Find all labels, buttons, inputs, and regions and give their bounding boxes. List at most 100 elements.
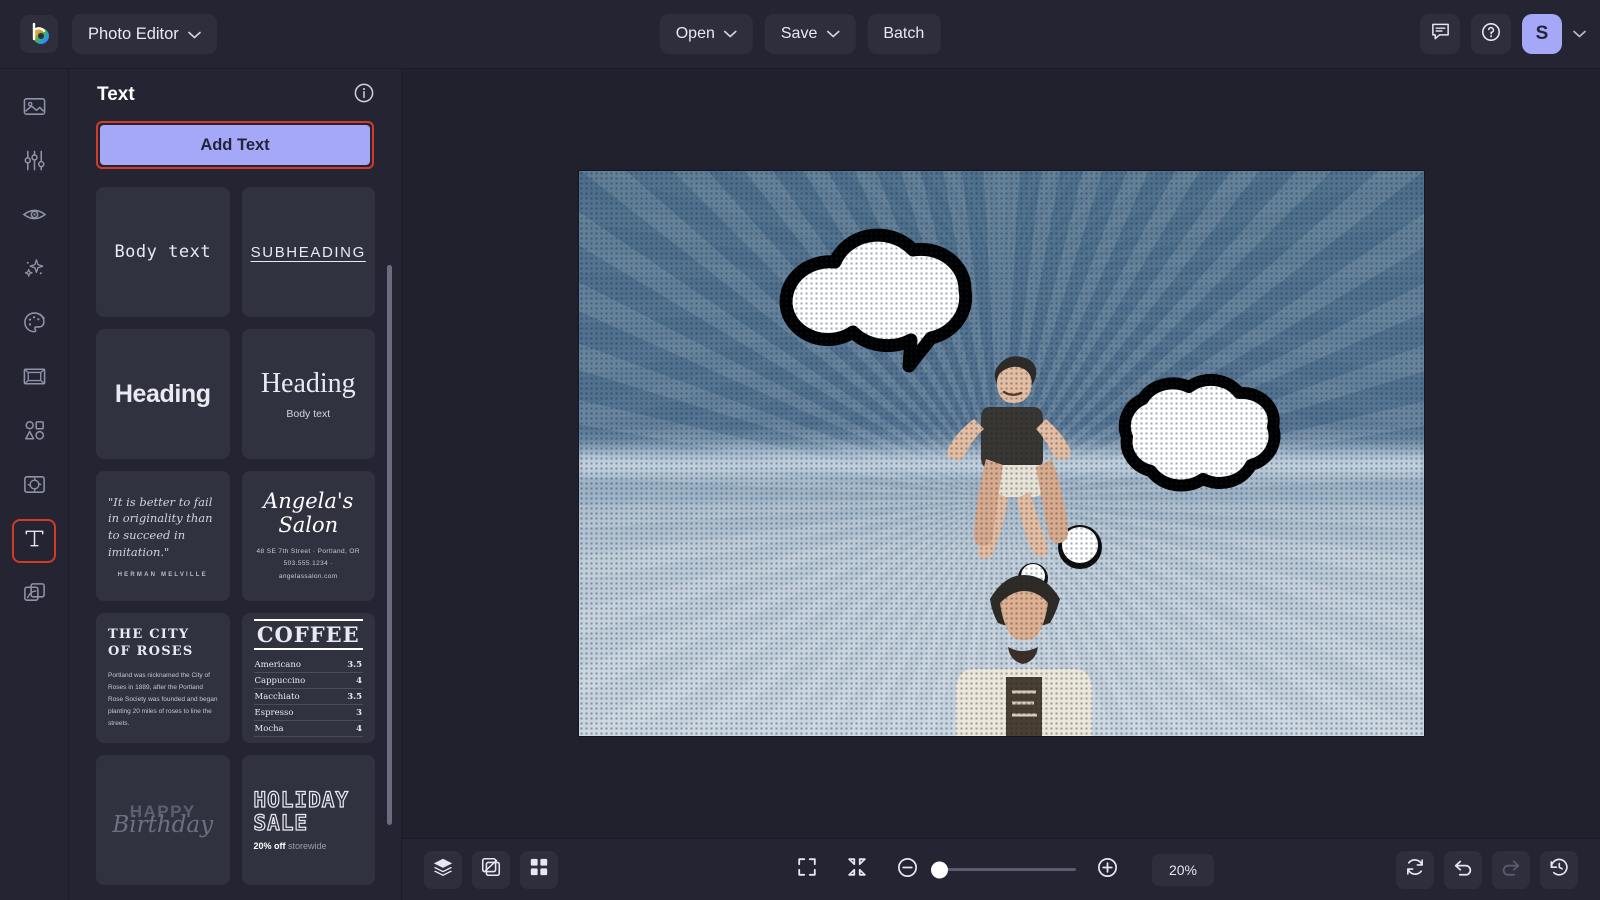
image-icon: [22, 94, 47, 124]
menu-item-price: 3.5: [347, 659, 362, 670]
menu-item-price: 3: [356, 707, 362, 718]
text-preset-grid: Body text SUBHEADING Heading Heading Bod…: [69, 187, 401, 900]
fullscreen-button[interactable]: [788, 851, 826, 889]
sidebar-item-touch-up[interactable]: [12, 195, 56, 239]
preset-card-city-of-roses[interactable]: THE CITY OF ROSES Portland was nicknamed…: [96, 613, 230, 743]
info-circle-icon[interactable]: [353, 82, 375, 109]
menu-item-name: Macchiato: [254, 691, 300, 702]
avatar-initial: S: [1535, 23, 1549, 44]
palette-icon: [22, 310, 47, 340]
canvas-stage: 20%: [402, 69, 1600, 900]
grid-icon: [529, 857, 549, 882]
preset-label: Heading: [260, 368, 356, 399]
preset-label: THE CITY OF ROSES: [108, 626, 194, 660]
history-button[interactable]: [1540, 850, 1578, 889]
artboard[interactable]: [578, 171, 1424, 736]
bottom-bar: 20%: [402, 838, 1600, 900]
batch-button[interactable]: Batch: [867, 14, 941, 54]
preset-card-holiday-sale[interactable]: HOLIDAY SALE 20% off storewide: [241, 755, 375, 885]
preset-card-heading-serif[interactable]: Heading Body text: [241, 329, 375, 459]
app-switcher-button[interactable]: Photo Editor: [72, 14, 217, 54]
menu-item-name: Mocha: [254, 723, 284, 734]
texture-icon: [22, 472, 47, 502]
text-panel: Text Add Text Body text SUBHEADING Headi…: [69, 69, 402, 900]
preset-body: Portland was nicknamed the City of Roses…: [108, 672, 218, 728]
grid-button[interactable]: [520, 850, 558, 889]
fit-screen-button[interactable]: [838, 851, 876, 889]
zoom-level-value[interactable]: 20%: [1152, 853, 1214, 886]
preset-card-coffee-menu[interactable]: COFFEE Americano 3.5 Cappuccino 4 Macchiato 3…: [241, 613, 375, 743]
account-actions-group: S: [1420, 14, 1586, 54]
preset-label: COFFEE: [253, 619, 363, 650]
add-text-button[interactable]: Add Text: [100, 125, 370, 165]
tool-rail: [0, 69, 69, 900]
menu-item-price: 4: [356, 723, 362, 734]
sidebar-item-text[interactable]: [12, 519, 56, 563]
layers-overlap-icon: [22, 580, 47, 610]
menu-row: Cappuccino 4: [253, 673, 363, 689]
help-button[interactable]: [1471, 14, 1511, 54]
preset-card-subheading[interactable]: SUBHEADING: [241, 187, 375, 317]
menu-item-name: Espresso: [254, 707, 294, 718]
zoom-out-button[interactable]: [888, 851, 926, 889]
undo-button[interactable]: [1444, 850, 1482, 889]
zoom-in-icon: [1096, 856, 1119, 884]
zoom-controls-group: 20%: [788, 851, 1214, 889]
add-text-wrapper: Add Text: [69, 121, 401, 169]
panel-scrollbar[interactable]: [387, 265, 392, 825]
app-switcher-label: Photo Editor: [88, 24, 179, 43]
preset-card-quote[interactable]: "It is better to fail in originality tha…: [96, 471, 230, 601]
page-title: Text: [97, 84, 135, 105]
frame-icon: [22, 364, 47, 394]
panel-header: Text: [69, 69, 401, 121]
layers-button[interactable]: [424, 850, 462, 889]
layers-icon: [432, 856, 454, 883]
redo-button[interactable]: [1492, 850, 1530, 889]
preset-quote-attribution: HERMAN MELVILLE: [117, 572, 208, 579]
zoom-out-icon: [896, 856, 919, 884]
top-bar: Photo Editor Open Save Batch S: [0, 0, 1600, 69]
preset-sublabel: 20% off storewide: [254, 841, 364, 851]
menu-row: Americano 3.5: [253, 657, 363, 673]
zoom-in-button[interactable]: [1088, 851, 1126, 889]
sidebar-item-artsy[interactable]: [12, 303, 56, 347]
avatar[interactable]: S: [1522, 14, 1562, 54]
sidebar-item-layers[interactable]: [12, 573, 56, 617]
reset-button[interactable]: [1396, 850, 1434, 889]
question-circle-icon: [1480, 21, 1502, 48]
batch-label: Batch: [883, 25, 925, 42]
sidebar-item-edit[interactable]: [12, 141, 56, 185]
history-icon: [1548, 856, 1570, 883]
fit-screen-icon: [846, 856, 868, 883]
compare-button[interactable]: [472, 850, 510, 889]
preset-label: Body text: [114, 242, 212, 262]
preset-card-salon[interactable]: Angela's Salon 48 SE 7th Street · Portla…: [241, 471, 375, 601]
sparkles-icon: [22, 256, 47, 286]
befunky-logo-icon: [27, 22, 51, 46]
fullscreen-icon: [796, 856, 818, 883]
view-tools-group: [424, 850, 558, 889]
sliders-icon: [22, 148, 47, 178]
sidebar-item-frames[interactable]: [12, 357, 56, 401]
chevron-down-icon: [187, 25, 201, 44]
sidebar-item-effects[interactable]: [12, 249, 56, 293]
file-actions-group: Open Save Batch: [659, 14, 941, 54]
preset-card-body-text[interactable]: Body text: [96, 187, 230, 317]
save-button[interactable]: Save: [764, 14, 856, 54]
open-button[interactable]: Open: [659, 14, 753, 54]
menu-row: Macchiato 3.5: [253, 689, 363, 705]
account-chevron-down-icon[interactable]: [1573, 25, 1586, 43]
sidebar-item-image[interactable]: [12, 87, 56, 131]
feedback-button[interactable]: [1420, 14, 1460, 54]
sidebar-item-graphics[interactable]: [12, 411, 56, 455]
preset-label: Angela's Salon: [263, 488, 354, 537]
zoom-slider[interactable]: [931, 861, 1076, 878]
app-logo-button[interactable]: [20, 15, 58, 53]
open-label: Open: [675, 25, 715, 42]
zoom-slider-handle[interactable]: [931, 861, 948, 878]
reset-icon: [1404, 856, 1426, 883]
sidebar-item-textures[interactable]: [12, 465, 56, 509]
photo-editor-app: Photo Editor Open Save Batch S Text Add …: [0, 0, 1600, 900]
preset-card-heading-bold[interactable]: Heading: [96, 329, 230, 459]
preset-card-happy-birthday[interactable]: HAPPY Birthday: [96, 755, 230, 885]
